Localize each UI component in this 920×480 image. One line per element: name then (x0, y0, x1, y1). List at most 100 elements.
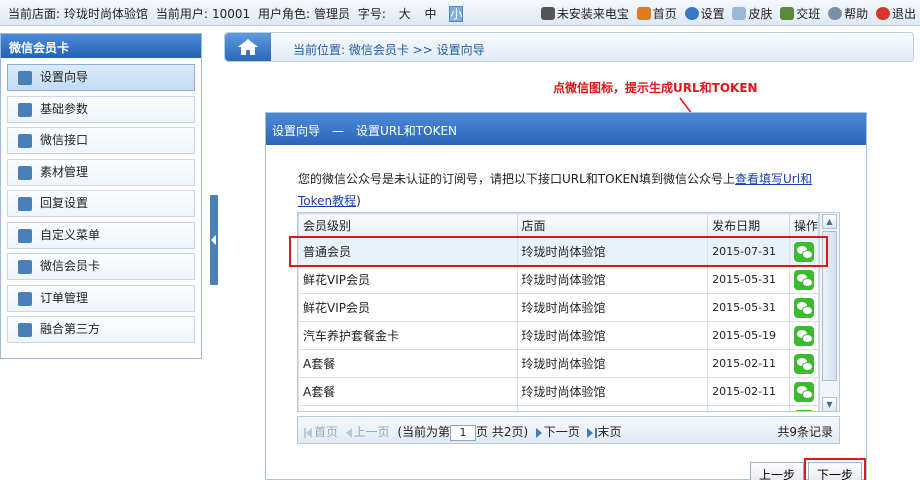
table-row[interactable]: 普通会员 玲珑时尚体验馆 2015-07-31 (298, 237, 819, 266)
table-row[interactable]: A套餐 玲珑时尚体验馆 2015-02-11 (298, 377, 819, 406)
prev-page-link[interactable]: 上一页 (354, 425, 390, 439)
next-step-button[interactable]: 下一步 (803, 458, 867, 480)
cell-store: 玲珑时尚体验馆 (516, 265, 709, 294)
cell-action (789, 377, 819, 406)
table-row[interactable]: A套餐玲珑时尚体验馆2014-12-30 (298, 405, 819, 411)
sidebar-item-member-card[interactable]: 微信会员卡 (7, 253, 195, 280)
sidebar-item-wechat-api[interactable]: 微信接口 (7, 127, 195, 154)
cell-date: 2015-02-11 (707, 377, 790, 406)
help-icon (828, 7, 843, 20)
table-row[interactable]: 汽车养护套餐金卡 玲珑时尚体验馆 2015-05-19 (298, 321, 819, 350)
sidebar: 微信会员卡 设置向导 基础参数 微信接口 素材管理 回复设置 自定义菜单 微信会… (0, 33, 202, 359)
nav-help[interactable]: 帮助 (828, 5, 868, 22)
home-button[interactable] (225, 33, 271, 61)
page-prefix: (当前为第 (397, 425, 450, 439)
wechat-icon[interactable] (794, 241, 814, 262)
wechat-icon[interactable] (794, 353, 814, 374)
top-bar-info: 当前店面: 玲珑时尚体验馆 当前用户: 10001 用户角色: 管理员 字号: 大 中… (8, 5, 467, 22)
page-suffix: 页 共2页) (476, 425, 529, 439)
table-row[interactable]: 鲜花VIP会员 玲珑时尚体验馆 2015-05-31 (298, 293, 819, 322)
cell-level: A套餐 (298, 377, 518, 406)
cell-level: 普通会员 (298, 237, 518, 266)
nav-label: 皮肤 (748, 7, 773, 21)
home-icon (238, 39, 258, 55)
sidebar-item-setup-wizard[interactable]: 设置向导 (7, 64, 195, 91)
top-bar: 当前店面: 玲珑时尚体验馆 当前用户: 10001 用户角色: 管理员 字号: 大 中… (0, 0, 920, 26)
font-large-button[interactable]: 大 (398, 5, 412, 22)
description-text: 您的微信公众号是未认证的订阅号，请把以下接口URL和TOKEN填到微信公众号上 (298, 172, 736, 186)
nav-laidianbao[interactable]: 未安装来电宝 (540, 5, 629, 22)
api-icon (18, 134, 32, 148)
description-tail: ) (356, 194, 361, 208)
cell-date: 2015-02-11 (707, 349, 790, 378)
font-small-button[interactable]: 小 (449, 6, 464, 22)
member-level-table: 会员级别 店面 发布日期 操作 普通会员 玲珑时尚体验馆 2015-07-31 鲜花V… (298, 213, 819, 411)
store-label: 当前店面: (8, 7, 61, 21)
sidebar-item-label: 素材管理 (40, 164, 89, 179)
page-number-input[interactable]: 1 (450, 424, 476, 441)
nav-label: 交班 (796, 7, 821, 21)
cell-store: 玲珑时尚体验馆 (516, 293, 709, 322)
store-name: 玲珑时尚体验馆 (64, 7, 149, 21)
breadcrumb-text: 当前位置: 微信会员卡 >> 设置向导 (293, 43, 485, 57)
table-row[interactable]: A套餐 玲珑时尚体验馆 2015-02-11 (298, 349, 819, 378)
panel-title: 设置向导 — 设置URL和TOKEN (266, 113, 866, 145)
cell-level: 鲜花VIP会员 (298, 265, 518, 294)
cell-date: 2014-12-30 (707, 405, 790, 411)
next-page-link[interactable]: 下一页 (544, 425, 580, 439)
cell-action (789, 405, 819, 411)
setup-panel: 设置向导 — 设置URL和TOKEN 您的微信公众号是未认证的订阅号，请把以下接… (265, 112, 867, 480)
last-page-link[interactable]: 末页 (597, 425, 621, 439)
clipboard-icon (18, 291, 32, 306)
wechat-icon[interactable] (794, 381, 814, 402)
wechat-icon[interactable] (794, 325, 814, 346)
font-medium-button[interactable]: 中 (424, 5, 438, 22)
table-row[interactable]: 鲜花VIP会员 玲珑时尚体验馆 2015-05-31 (298, 265, 819, 294)
sidebar-title: 微信会员卡 (1, 34, 201, 58)
nav-shift[interactable]: 交班 (780, 5, 820, 22)
cell-store: 玲珑时尚体验馆 (516, 321, 709, 350)
cell-date: 2015-05-31 (707, 293, 790, 322)
cell-action (789, 349, 819, 378)
nav-skin[interactable]: 皮肤 (732, 5, 772, 22)
scroll-up-button[interactable]: ▲ (822, 214, 837, 229)
nav-logout[interactable]: 退出 (875, 5, 916, 22)
sidebar-item-custom-menu[interactable]: 自定义菜单 (7, 221, 195, 249)
wechat-icon[interactable] (794, 269, 814, 290)
card-icon (18, 260, 32, 274)
cell-date: 2015-07-31 (707, 237, 790, 266)
nav-home[interactable]: 首页 (636, 5, 677, 22)
sidebar-item-label: 融合第三方 (40, 322, 101, 336)
sidebar-collapse-handle[interactable] (210, 195, 218, 285)
cell-action (789, 321, 819, 350)
phone-icon (540, 7, 555, 20)
nav-label: 退出 (891, 7, 916, 21)
skin-icon (732, 7, 747, 20)
column-header-action: 操作 (789, 213, 819, 238)
scroll-down-button[interactable]: ▼ (822, 397, 837, 411)
materials-icon (18, 165, 32, 180)
wechat-icon[interactable] (794, 409, 814, 411)
first-page-link[interactable]: 首页 (314, 425, 338, 439)
table-scrollbar[interactable]: ▲ ▼ (819, 213, 839, 411)
user-id: 10001 (211, 7, 251, 21)
cell-store: 玲珑时尚体验馆 (516, 349, 709, 378)
next-page-icon (535, 427, 542, 438)
wechat-icon[interactable] (794, 297, 814, 318)
cell-date: 2015-05-19 (707, 321, 790, 350)
sidebar-item-third-party[interactable]: 融合第三方 (7, 316, 195, 343)
sidebar-item-reply-settings[interactable]: 回复设置 (7, 190, 195, 217)
column-header-date[interactable]: 发布日期 (707, 213, 790, 238)
prev-step-button[interactable]: 上一步 (750, 462, 805, 480)
column-header-store[interactable]: 店面 (516, 213, 709, 238)
cell-action (789, 237, 819, 266)
nav-settings[interactable]: 设置 (684, 5, 725, 22)
document-icon (18, 228, 32, 243)
sidebar-item-materials[interactable]: 素材管理 (7, 158, 195, 186)
column-header-level[interactable]: 会员级别 (298, 213, 518, 238)
sidebar-item-orders[interactable]: 订单管理 (7, 284, 195, 312)
sidebar-item-basic-params[interactable]: 基础参数 (7, 95, 195, 123)
cell-store: 玲珑时尚体验馆 (516, 405, 709, 411)
top-nav: 未安装来电宝 首页 设置 皮肤 交班 帮助 退出 (537, 5, 916, 23)
scroll-thumb[interactable] (822, 231, 837, 381)
